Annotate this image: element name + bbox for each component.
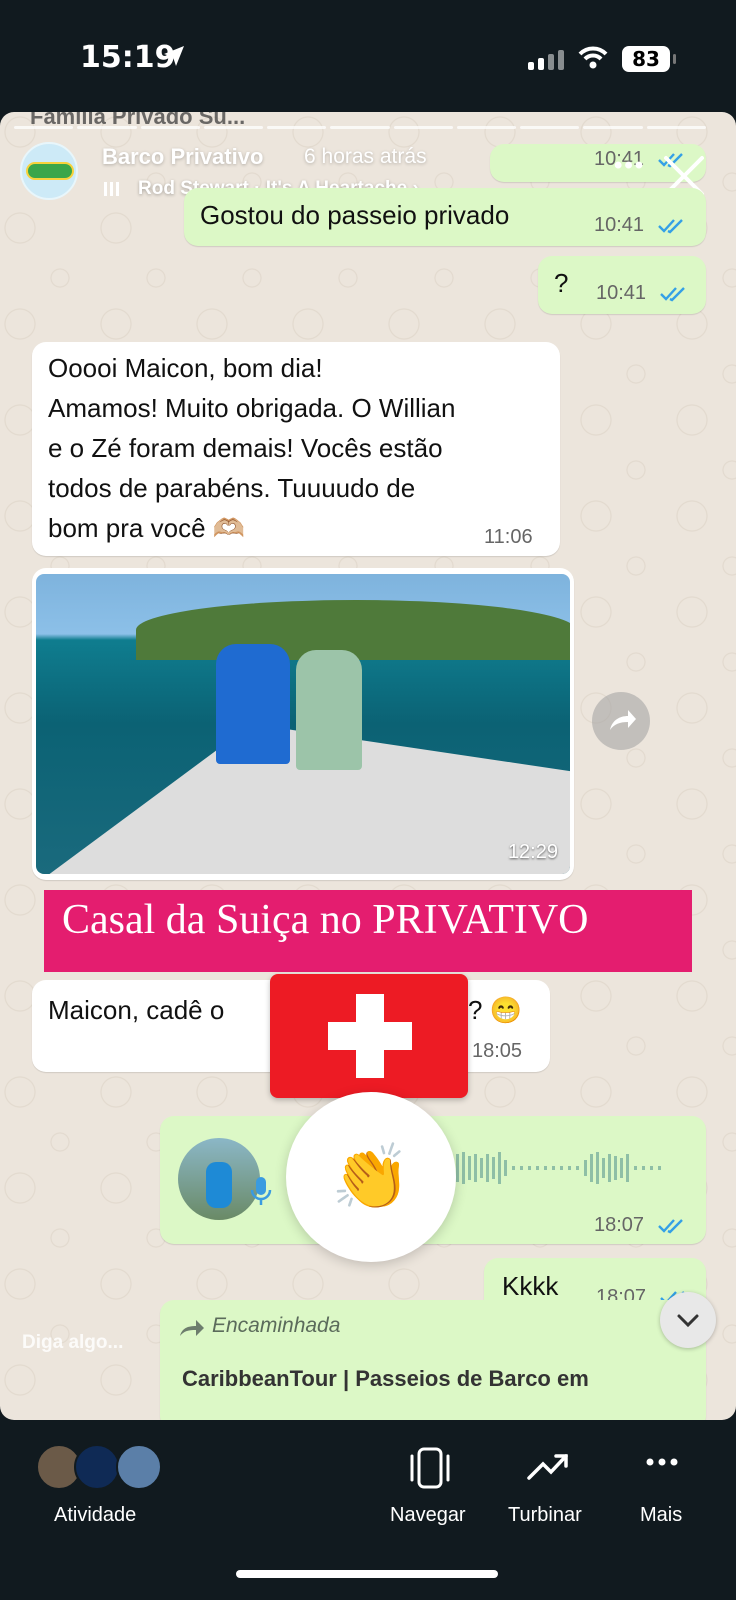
boost-label[interactable]: Turbinar — [508, 1504, 582, 1527]
avatar — [74, 1444, 120, 1490]
account-avatar[interactable] — [20, 142, 78, 200]
trending-up-icon[interactable] — [526, 1448, 572, 1486]
message-line: e o Zé foram demais! Vocês estão — [48, 433, 443, 463]
more-options-icon[interactable]: ••• — [614, 152, 645, 180]
message-time: 18:05 — [472, 1040, 523, 1062]
message-text: Maicon, cadê o — [48, 995, 225, 1025]
message-text: ? — [554, 268, 569, 298]
message-time: 10:41 — [594, 214, 645, 236]
message-line: bom pra você 🫶🏼 — [48, 513, 246, 543]
double-check-icon — [658, 219, 683, 234]
home-indicator[interactable] — [236, 1570, 498, 1578]
audio-waveform[interactable] — [450, 1148, 680, 1188]
message-time: 18:07 — [594, 1214, 645, 1236]
microphone-icon — [250, 1177, 272, 1205]
navigate-icon[interactable] — [406, 1446, 454, 1490]
location-arrow-icon — [164, 46, 184, 66]
scroll-down-button[interactable] — [660, 1292, 716, 1348]
chevron-down-icon — [677, 1314, 699, 1328]
clapping-hands-sticker: 👏 — [286, 1092, 456, 1262]
forwarded-link-title[interactable]: CaribbeanTour | Passeios de Barco em — [182, 1366, 589, 1392]
reply-input[interactable]: Diga algo... — [22, 1332, 123, 1354]
message-time: 11:06 — [484, 526, 533, 548]
activity-label[interactable]: Atividade — [54, 1504, 136, 1527]
story-card[interactable]: Família Privado Su... 10:41 Barco Privat… — [0, 112, 736, 1420]
couple-boat-photo[interactable]: 12:29 — [36, 574, 570, 874]
more-icon[interactable] — [644, 1454, 680, 1470]
message-bubble-incoming: Ooooi Maicon, bom dia! Amamos! Muito obr… — [32, 342, 560, 556]
wifi-icon — [578, 46, 608, 69]
message-time: 10:41 — [596, 282, 647, 304]
avatar — [116, 1444, 162, 1490]
message-line: todos de parabéns. Tuuuudo de — [48, 473, 416, 503]
banner-text: Casal da Suiça no PRIVATIVO — [62, 897, 589, 943]
cellular-signal-icon — [528, 50, 564, 70]
chat-header-partial: Família Privado Su... — [30, 112, 246, 129]
status-bar: 15:19 83 — [0, 0, 736, 110]
double-check-icon — [658, 1219, 683, 1234]
viewer-avatars[interactable] — [36, 1444, 166, 1492]
forwarded-label: Encaminhada — [212, 1314, 341, 1337]
voice-sender-avatar — [178, 1138, 260, 1220]
forward-share-button[interactable] — [592, 692, 650, 750]
forwarded-arrow-icon — [180, 1320, 204, 1336]
caribbean-logo-icon — [26, 162, 74, 180]
swiss-flag-sticker — [270, 974, 468, 1098]
posted-time: 6 horas atrás — [304, 145, 427, 168]
message-time: 12:29 — [507, 841, 558, 863]
share-arrow-icon — [610, 710, 636, 730]
double-check-icon — [660, 287, 685, 302]
message-text-end: ? 😁 — [468, 995, 523, 1025]
message-line: Ooooi Maicon, bom dia! — [48, 353, 323, 383]
story-progress-bar — [14, 126, 706, 129]
message-bubble-outgoing: Gostou do passeio privado 10:41 — [184, 188, 706, 246]
navigate-label[interactable]: Navegar — [390, 1504, 466, 1527]
message-line: Amamos! Muito obrigada. O Willian — [48, 393, 456, 423]
message-text: Gostou do passeio privado — [200, 200, 510, 230]
message-bubble-outgoing: ? 10:41 — [538, 256, 706, 314]
more-label[interactable]: Mais — [640, 1504, 682, 1527]
account-name[interactable]: Barco Privativo — [102, 144, 263, 170]
music-bars-icon — [104, 182, 119, 196]
battery-indicator: 83 — [622, 46, 676, 72]
